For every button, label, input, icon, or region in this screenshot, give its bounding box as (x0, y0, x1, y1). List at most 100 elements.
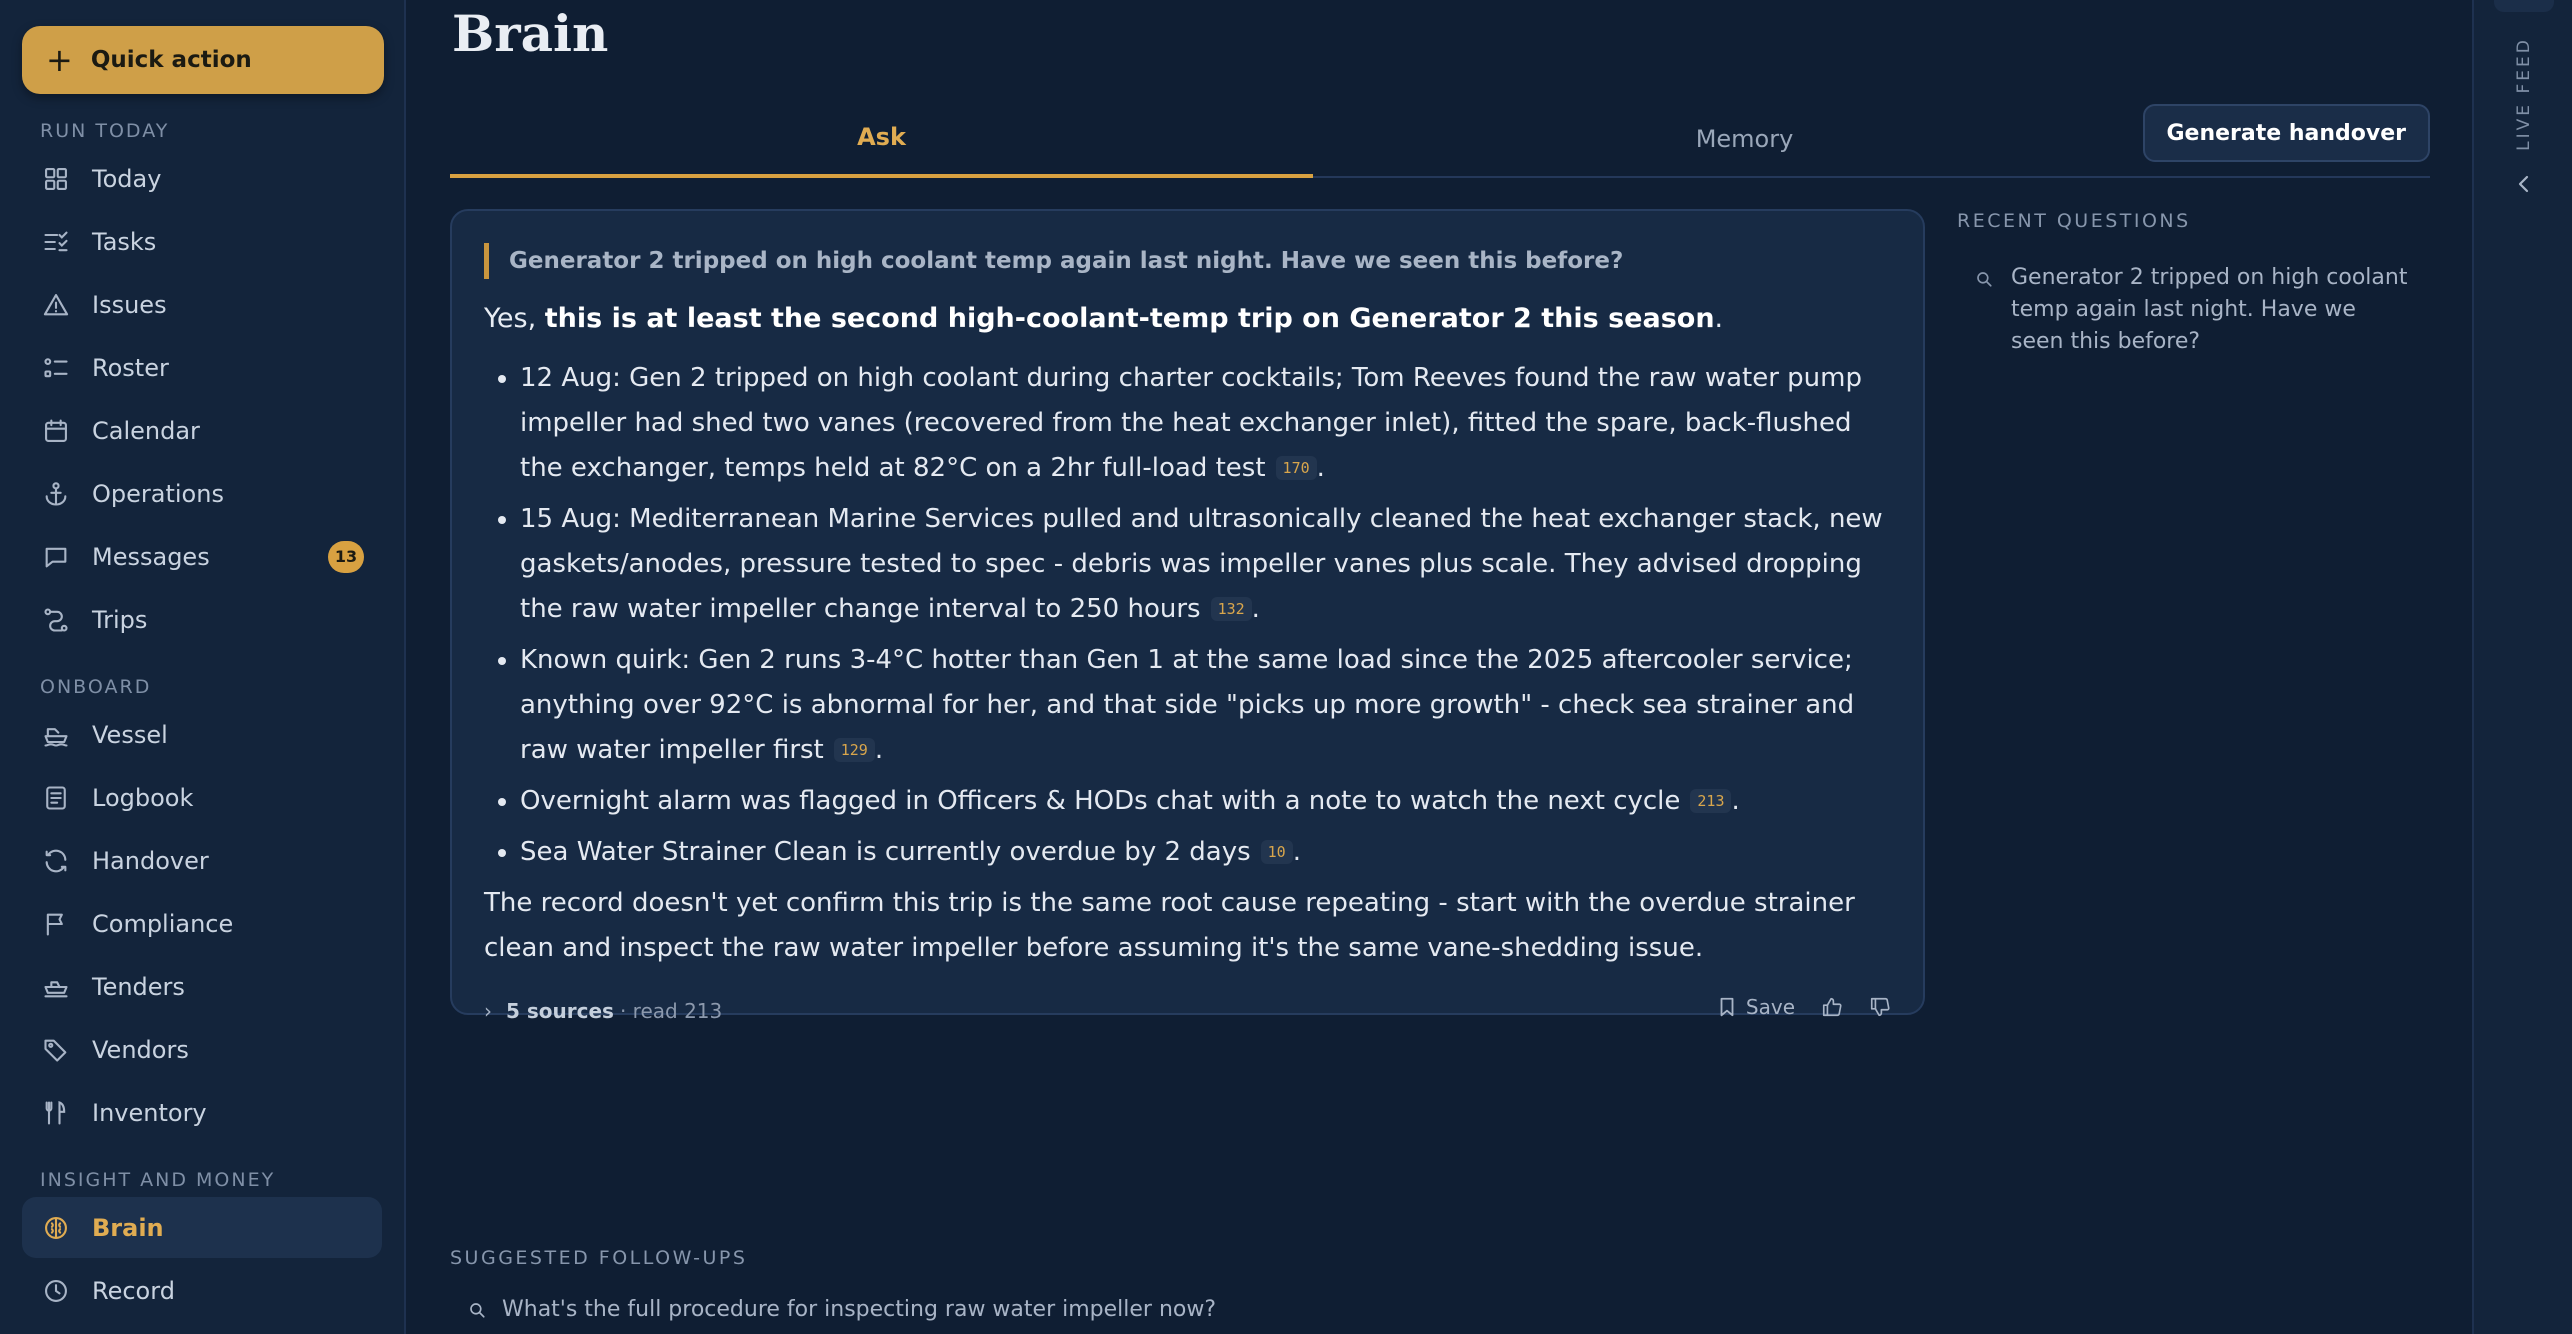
sidebar-item-label: Vessel (92, 720, 168, 749)
sidebar-item-trips[interactable]: Trips (22, 589, 382, 650)
tab-ask[interactable]: Ask (450, 100, 1313, 178)
grid-icon (42, 165, 70, 193)
tab-memory[interactable]: Memory (1313, 100, 2176, 178)
sidebar-item-compliance[interactable]: Compliance (22, 893, 382, 954)
calendar-icon (42, 417, 70, 445)
bookmark-icon (1720, 997, 1734, 1017)
chevron-left-icon[interactable] (2512, 172, 2536, 196)
section-label-run-today: RUN TODAY (40, 120, 170, 142)
bullet-text: 12 Aug: Gen 2 tripped on high coolant du… (520, 363, 1862, 483)
bullet-end: . (1251, 594, 1260, 624)
section-label-onboard: ONBOARD (40, 676, 152, 698)
sources-toggle[interactable]: › 5 sources · read 213 (484, 999, 722, 1023)
page-title: Brain (452, 4, 609, 63)
sidebar-item-label: Messages (92, 542, 210, 571)
sidebar-item-record[interactable]: Record (22, 1260, 382, 1321)
list-item: 12 Aug: Gen 2 tripped on high coolant du… (520, 356, 1891, 491)
thumbs-down-button[interactable] (1869, 996, 1891, 1018)
recent-questions-label: RECENT QUESTIONS (1957, 210, 2191, 232)
answer-card: Generator 2 tripped on high coolant temp… (450, 209, 1925, 1023)
citation-chip[interactable]: 10 (1260, 840, 1293, 864)
sidebar-item-today[interactable]: Today (22, 148, 382, 209)
save-button[interactable]: Save (1716, 995, 1795, 1019)
sidebar-item-inventory[interactable]: Inventory (22, 1082, 382, 1143)
search-icon (470, 1302, 485, 1318)
flag-icon (42, 910, 70, 938)
bullet-end: . (1731, 786, 1740, 816)
save-label: Save (1745, 995, 1795, 1019)
clock-icon (42, 1277, 70, 1305)
section-label-insight-and-money: INSIGHT AND MONEY (40, 1169, 276, 1191)
citation-chip[interactable]: 132 (1210, 597, 1252, 621)
followup-suggestion[interactable]: What's the full procedure for inspecting… (468, 1297, 1216, 1322)
bullet-end: . (874, 735, 884, 765)
route-icon (42, 606, 70, 634)
tag-icon (42, 1036, 70, 1064)
rail-handle[interactable] (2494, 0, 2554, 12)
sidebar-item-handover[interactable]: Handover (22, 830, 382, 891)
sidebar-item-label: Logbook (92, 783, 194, 812)
sidebar-item-label: Handover (92, 846, 209, 875)
sidebar-item-logbook[interactable]: Logbook (22, 767, 382, 828)
quick-action-button[interactable]: + Quick action (22, 26, 384, 94)
sidebar-item-vessel[interactable]: Vessel (22, 704, 382, 765)
messages-count-badge: 13 (328, 540, 364, 573)
bullet-text: Overnight alarm was flagged in Officers … (520, 786, 1681, 816)
bullet-end: . (1316, 453, 1325, 483)
bullet-end: . (1292, 837, 1301, 867)
answer-actions: Save (1716, 995, 1891, 1019)
tender-icon (42, 973, 70, 1001)
sidebar-item-label: Tenders (92, 972, 185, 1001)
recent-question-item[interactable]: Generator 2 tripped on high coolant temp… (1975, 262, 2415, 358)
refresh-icon (42, 847, 70, 875)
sidebar-item-label: Compliance (92, 909, 234, 938)
sidebar-item-label: Operations (92, 479, 224, 508)
sources-meta: · read 213 (619, 999, 723, 1023)
sidebar-item-label: Trips (92, 605, 148, 634)
sidebar-item-brain[interactable]: Brain (22, 1197, 382, 1258)
main-content: Brain Ask Memory Generate handover Gener… (450, 0, 2430, 1334)
sidebar-item-tenders[interactable]: Tenders (22, 956, 382, 1017)
answer-lead-prefix: Yes, (484, 303, 545, 334)
sidebar-item-messages[interactable]: Messages 13 (22, 526, 382, 587)
warning-icon (42, 291, 70, 319)
tab-bar: Ask Memory Generate handover (450, 100, 2430, 178)
sidebar-item-operations[interactable]: Operations (22, 463, 382, 524)
recent-question-text: Generator 2 tripped on high coolant temp… (2011, 265, 2408, 354)
citation-chip[interactable]: 170 (1275, 456, 1317, 480)
list-item: 15 Aug: Mediterranean Marine Services pu… (520, 497, 1891, 632)
list-item: Known quirk: Gen 2 runs 3-4°C hotter tha… (520, 638, 1891, 773)
list-item: Overnight alarm was flagged in Officers … (520, 779, 1891, 824)
list-item: Sea Water Strainer Clean is currently ov… (520, 830, 1891, 875)
sidebar-item-calendar[interactable]: Calendar (22, 400, 382, 461)
answer-bullets: 12 Aug: Gen 2 tripped on high coolant du… (484, 356, 1891, 875)
thumbs-up-button[interactable] (1821, 996, 1843, 1018)
checklist-icon (42, 228, 70, 256)
thumbs-down-icon (1870, 997, 1890, 1017)
bullet-text: Sea Water Strainer Clean is currently ov… (520, 837, 1251, 867)
bullet-text: 15 Aug: Mediterranean Marine Services pu… (520, 504, 1883, 624)
sidebar-item-roster[interactable]: Roster (22, 337, 382, 398)
sidebar-item-label: Record (92, 1276, 175, 1305)
thumbs-up-icon (1822, 997, 1842, 1017)
citation-chip[interactable]: 213 (1690, 789, 1732, 813)
message-icon (42, 543, 70, 571)
sidebar-item-label: Today (92, 164, 162, 193)
sidebar-item-vendors[interactable]: Vendors (22, 1019, 382, 1080)
answer-lead-bold: this is at least the second high-coolant… (544, 303, 1715, 334)
sidebar-item-label: Brain (92, 1213, 164, 1242)
sidebar-item-label: Roster (92, 353, 169, 382)
generate-handover-button[interactable]: Generate handover (2142, 104, 2430, 162)
live-feed-rail: LIVE FEED (2472, 0, 2572, 1334)
chevron-right-icon: › (484, 999, 492, 1023)
sidebar-item-issues[interactable]: Issues (22, 274, 382, 335)
sidebar-item-label: Tasks (92, 227, 157, 256)
sidebar-item-label: Issues (92, 290, 167, 319)
bullet-text: Known quirk: Gen 2 runs 3-4°C hotter tha… (520, 645, 1855, 765)
logbook-icon (42, 784, 70, 812)
citation-chip[interactable]: 129 (833, 738, 875, 762)
roster-list-icon (42, 354, 70, 382)
sidebar-item-tasks[interactable]: Tasks (22, 211, 382, 272)
followup-text: What's the full procedure for inspecting… (502, 1297, 1217, 1322)
anchor-icon (42, 480, 70, 508)
